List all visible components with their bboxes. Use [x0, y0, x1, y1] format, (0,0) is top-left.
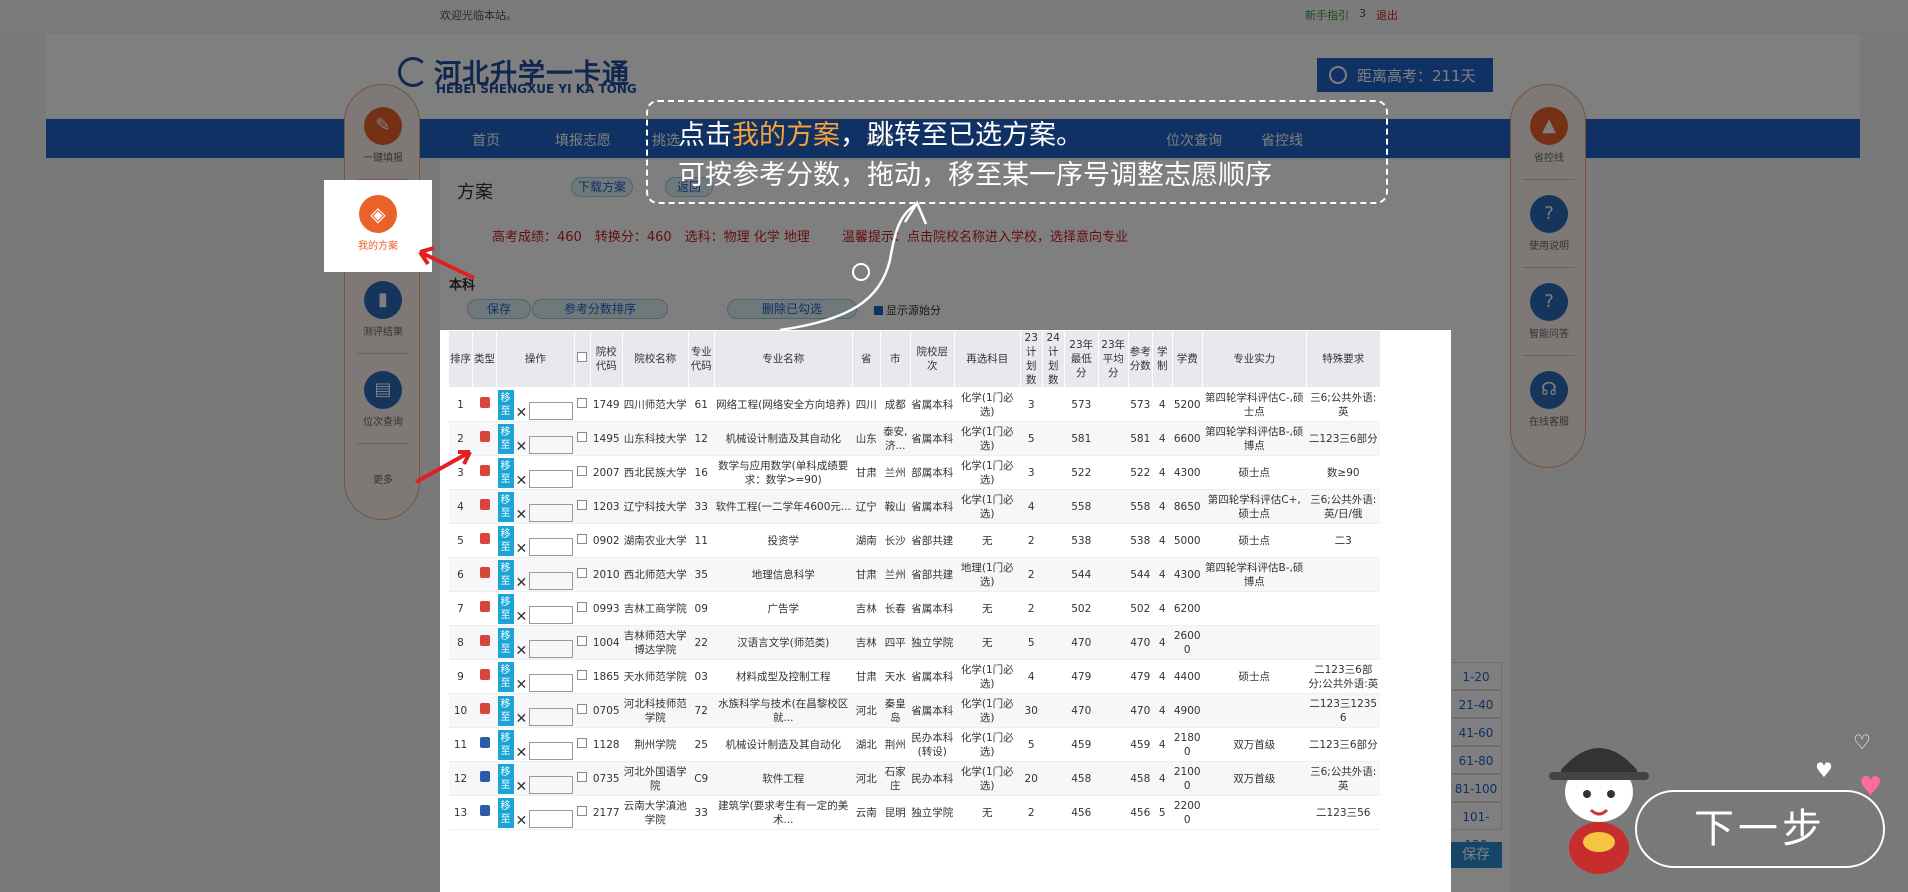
heart-icon: ♥: [1859, 772, 1883, 802]
arrow-loop: [852, 263, 870, 281]
heart-icon: ♥: [1815, 758, 1833, 782]
red-arrow-my-plan: [419, 250, 475, 280]
red-arrow-move-to: [415, 450, 471, 484]
next-step-area: 下一步 ♡ ♥ ♥: [1525, 730, 1885, 880]
curved-arrow-line: [779, 203, 916, 332]
heart-icon: ♡: [1853, 730, 1871, 754]
next-step-button[interactable]: 下一步: [1635, 790, 1885, 868]
curved-arrow-head-icon: [903, 200, 928, 225]
